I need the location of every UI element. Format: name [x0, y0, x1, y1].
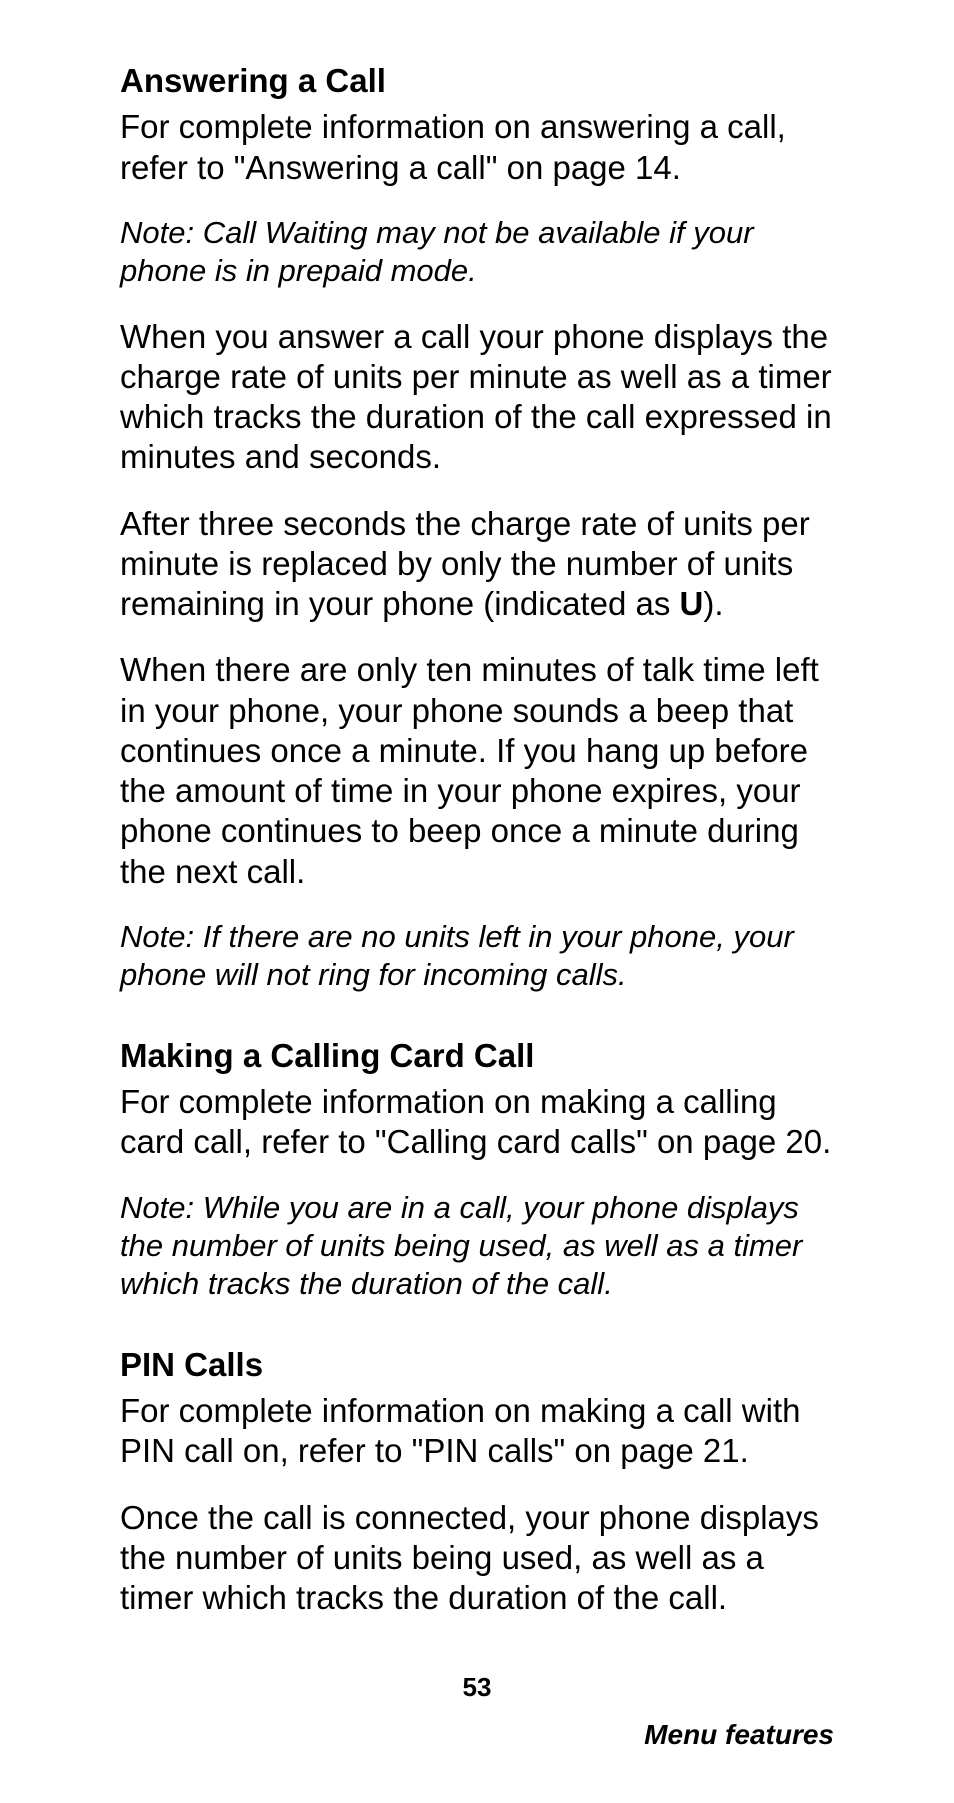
paragraph: For complete information on making a cal… — [120, 1391, 834, 1472]
note-paragraph: Note: If there are no units left in your… — [120, 918, 834, 995]
heading-pin-calls: PIN Calls — [120, 1344, 834, 1385]
page-number: 53 — [0, 1672, 954, 1703]
section-divider — [120, 1330, 834, 1344]
paragraph: When there are only ten minutes of talk … — [120, 650, 834, 892]
note-label: Note: — [120, 919, 194, 954]
paragraph: After three seconds the charge rate of u… — [120, 504, 834, 625]
paragraph: Once the call is connected, your phone d… — [120, 1498, 834, 1619]
heading-answering-a-call: Answering a Call — [120, 60, 834, 101]
paragraph: When you answer a call your phone displa… — [120, 317, 834, 478]
note-body: While you are in a call, your phone disp… — [120, 1190, 802, 1302]
note-label: Note: — [120, 1190, 194, 1225]
note-body: If there are no units left in your phone… — [120, 919, 794, 992]
note-paragraph: Note: Call Waiting may not be available … — [120, 214, 834, 291]
paragraph: For complete information on answering a … — [120, 107, 834, 188]
note-label: Note: — [120, 215, 194, 250]
section-divider — [120, 1021, 834, 1035]
paragraph: For complete information on making a cal… — [120, 1082, 834, 1163]
footer-section-label: Menu features — [644, 1719, 834, 1751]
units-indicator: U — [680, 585, 704, 622]
heading-calling-card-call: Making a Calling Card Call — [120, 1035, 834, 1076]
paragraph-part: ). — [703, 585, 723, 622]
note-paragraph: Note: While you are in a call, your phon… — [120, 1189, 834, 1304]
document-page: Answering a Call For complete informatio… — [0, 0, 954, 1803]
note-body: Call Waiting may not be available if you… — [120, 215, 754, 288]
